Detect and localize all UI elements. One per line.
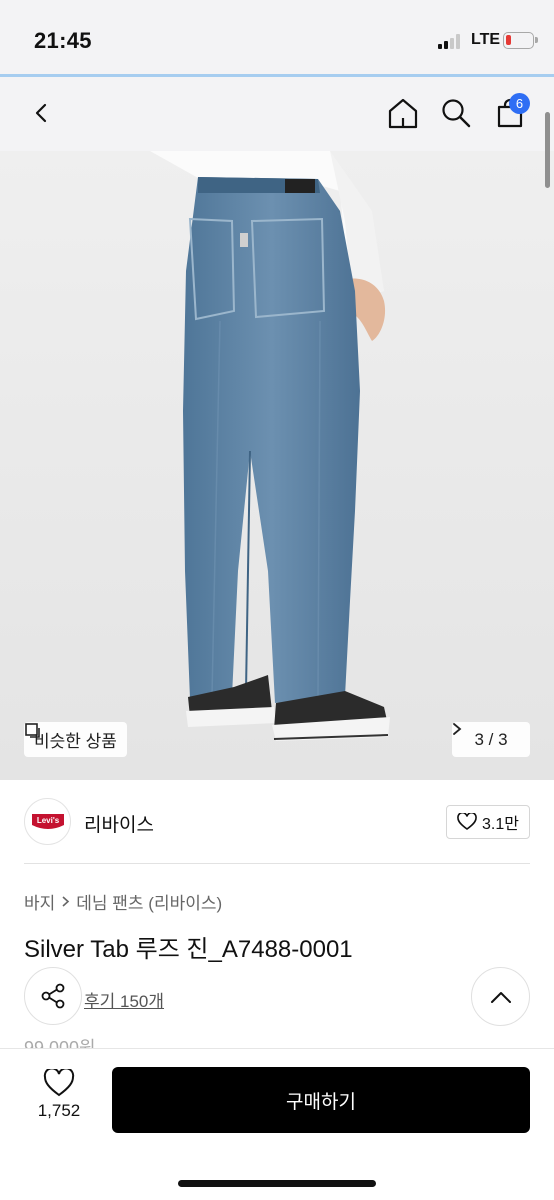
scroll-top-button[interactable] bbox=[471, 967, 530, 1026]
cart-button[interactable]: 6 bbox=[488, 91, 532, 135]
section-divider bbox=[24, 863, 530, 864]
battery-icon bbox=[503, 32, 538, 49]
heart-icon bbox=[457, 813, 477, 830]
brand-row: Levi's 리바이스 3.1만 bbox=[0, 780, 554, 864]
back-button[interactable] bbox=[20, 91, 64, 135]
scrollbar-thumb[interactable] bbox=[545, 112, 550, 188]
bottom-action-bar: 1,752 구매하기 bbox=[0, 1048, 554, 1200]
cart-count-badge: 6 bbox=[509, 93, 530, 114]
brand-like-count: 3.1만 bbox=[482, 816, 519, 833]
wishlist-count: 1,752 bbox=[37, 1101, 81, 1120]
chevron-left-icon bbox=[35, 103, 47, 123]
product-image-carousel[interactable]: 비슷한 상품 3 / 3 bbox=[0, 151, 554, 780]
home-button[interactable] bbox=[381, 91, 425, 135]
review-link[interactable]: 후기 150개 bbox=[84, 987, 164, 1012]
breadcrumb-item[interactable]: 바지 bbox=[24, 889, 55, 914]
svg-text:Levi's: Levi's bbox=[36, 816, 59, 825]
copy-icon bbox=[25, 723, 40, 738]
share-button[interactable] bbox=[24, 967, 82, 1025]
search-icon bbox=[442, 99, 471, 128]
product-photo bbox=[0, 151, 554, 780]
network-type: LTE bbox=[471, 31, 501, 48]
brand-like-button[interactable]: 3.1만 bbox=[446, 805, 530, 839]
top-nav: 6 bbox=[0, 77, 554, 151]
buy-button[interactable]: 구매하기 bbox=[112, 1067, 530, 1133]
chevron-right-icon bbox=[453, 723, 462, 735]
similar-products-label: 비슷한 상품 bbox=[34, 732, 117, 751]
breadcrumb: 바지 데님 팬츠 (리바이스) bbox=[24, 889, 222, 914]
similar-products-button[interactable]: 비슷한 상품 bbox=[24, 722, 127, 757]
image-counter[interactable]: 3 / 3 bbox=[452, 722, 530, 757]
image-counter-label: 3 / 3 bbox=[474, 729, 508, 749]
signal-icon bbox=[438, 34, 464, 49]
search-button[interactable] bbox=[434, 91, 478, 135]
breadcrumb-item[interactable]: 데님 팬츠 (리바이스) bbox=[76, 889, 222, 914]
heart-icon bbox=[43, 1069, 75, 1097]
brand-name[interactable]: 리바이스 bbox=[84, 810, 154, 837]
share-icon bbox=[41, 983, 65, 1009]
chevron-right-icon bbox=[62, 896, 70, 907]
wishlist-button[interactable]: 1,752 bbox=[26, 1069, 92, 1133]
status-bar: 21:45 LTE bbox=[0, 0, 554, 76]
product-title: Silver Tab 루즈 진_A7488-0001 bbox=[24, 936, 353, 963]
home-icon bbox=[388, 98, 418, 129]
status-time: 21:45 bbox=[34, 28, 92, 53]
brand-logo[interactable]: Levi's bbox=[24, 798, 71, 845]
price: 99,000원 bbox=[24, 1038, 96, 1048]
home-indicator[interactable] bbox=[178, 1180, 376, 1187]
chevron-up-icon bbox=[490, 991, 511, 1003]
